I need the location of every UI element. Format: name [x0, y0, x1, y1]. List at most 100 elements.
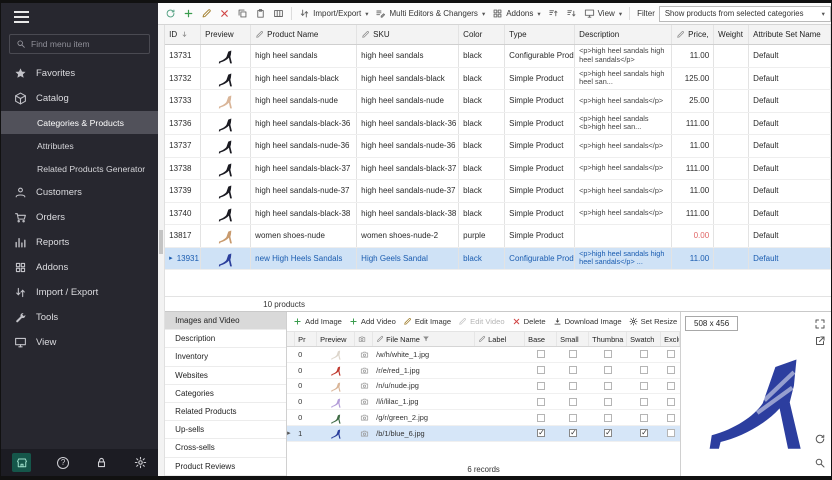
tab-up-sells[interactable]: Up-sells [165, 421, 286, 439]
sidebar-item-favorites[interactable]: Favorites [1, 61, 158, 86]
small-checkbox[interactable] [569, 429, 577, 437]
sidebar-search-input[interactable] [31, 39, 143, 49]
images-column-header-file-name[interactable]: File Name [373, 332, 475, 346]
edit-image-button[interactable]: Edit Image [403, 317, 451, 326]
small-checkbox[interactable] [569, 382, 577, 390]
sidebar-item-customers[interactable]: Customers [1, 180, 158, 205]
images-column-header-thumbna[interactable]: Thumbna [589, 332, 627, 346]
exclude-checkbox[interactable] [667, 350, 675, 358]
sidebar-item-tools[interactable]: Tools [1, 305, 158, 330]
images-column-header-base[interactable]: Base [525, 332, 557, 346]
help-button[interactable]: ? [57, 457, 69, 469]
sidebar-item-catalog[interactable]: Catalog [1, 86, 158, 111]
column-header-description[interactable]: Description [575, 25, 672, 44]
images-column-header-small[interactable]: Small [557, 332, 589, 346]
table-row[interactable]: 13733high heel sandals-nudehigh heel san… [165, 90, 831, 113]
download-image-button[interactable]: Download Image [553, 317, 622, 326]
swatch-checkbox[interactable] [640, 382, 648, 390]
sidebar-item-orders[interactable]: Orders [1, 205, 158, 230]
tab-product-reviews[interactable]: Product Reviews [165, 458, 286, 476]
image-row[interactable]: 0/l/i/lilac_1.jpg [287, 394, 680, 410]
add-video-button[interactable]: Add Video [349, 317, 396, 326]
sidebar-item-related-products-generator[interactable]: Related Products Generator [1, 157, 158, 180]
sidebar-item-categories-products[interactable]: Categories & Products [1, 111, 158, 134]
paste-button[interactable] [252, 6, 269, 21]
columns-button[interactable] [270, 6, 287, 21]
settings-button[interactable] [134, 456, 147, 469]
delete-product-button[interactable] [216, 6, 233, 21]
table-row[interactable]: 13737high heel sandals-nude-36high heel … [165, 135, 831, 158]
column-header-product-name[interactable]: Product Name [251, 25, 357, 44]
swatch-checkbox[interactable] [640, 366, 648, 374]
column-header-preview[interactable]: Preview [201, 25, 251, 44]
base-checkbox[interactable] [537, 350, 545, 358]
image-row[interactable]: 0/r/e/red_1.jpg [287, 363, 680, 379]
exclude-checkbox[interactable] [667, 414, 675, 422]
tab-description[interactable]: Description [165, 330, 286, 348]
tab-images-and-video[interactable]: Images and Video [165, 312, 286, 330]
sort-descending-button[interactable] [563, 6, 580, 21]
sidebar-item-reports[interactable]: Reports [1, 230, 158, 255]
base-checkbox[interactable] [537, 398, 545, 406]
table-row[interactable]: 13738high heel sandals-black-37high heel… [165, 158, 831, 181]
image-row[interactable]: 0/n/u/nude.jpg [287, 379, 680, 395]
exclude-checkbox[interactable] [667, 366, 675, 374]
fullscreen-button[interactable] [814, 317, 826, 329]
open-external-button[interactable] [814, 334, 826, 346]
sidebar-item-addons[interactable]: Addons [1, 255, 158, 280]
base-checkbox[interactable] [537, 382, 545, 390]
image-row[interactable]: 0/w/h/white_1.jpg [287, 347, 680, 363]
column-header-sku[interactable]: SKU [357, 25, 459, 44]
category-filter-select[interactable]: Show products from selected categories▾ [659, 6, 831, 22]
set-resize-rule-button[interactable]: Set Resize Rule [629, 317, 680, 326]
swatch-checkbox[interactable] [640, 398, 648, 406]
column-header-price[interactable]: Price, [672, 25, 714, 44]
swatch-checkbox[interactable] [640, 429, 648, 437]
images-column-header-preview[interactable]: Preview [317, 332, 355, 346]
table-row[interactable]: 13736high heel sandals-black-36high heel… [165, 113, 831, 136]
add-product-button[interactable] [180, 6, 197, 21]
sidebar-item-view[interactable]: View [1, 330, 158, 355]
sidebar-item-import-export[interactable]: Import / Export [1, 280, 158, 305]
import-export-menu[interactable]: Import/Export▾ [296, 6, 371, 21]
images-column-header-exclude[interactable]: Exclude [661, 332, 680, 346]
table-row[interactable]: 13732high heel sandals-blackhigh heel sa… [165, 68, 831, 91]
tab-inventory[interactable]: Inventory [165, 348, 286, 366]
thumb-checkbox[interactable] [604, 414, 612, 422]
column-header-attribute-set-name[interactable]: Attribute Set Name [749, 25, 831, 44]
edit-product-button[interactable] [198, 6, 215, 21]
images-column-header-pr[interactable]: Pr [295, 332, 317, 346]
small-checkbox[interactable] [569, 414, 577, 422]
column-header-id[interactable]: ID [165, 25, 201, 44]
zoom-image-button[interactable] [814, 456, 826, 468]
addons-menu[interactable]: Addons▾ [489, 6, 543, 21]
tab-categories[interactable]: Categories [165, 385, 286, 403]
column-header-color[interactable]: Color [459, 25, 505, 44]
rotate-image-button[interactable] [814, 432, 826, 444]
tab-cross-sells[interactable]: Cross-sells [165, 439, 286, 457]
images-column-header-label[interactable]: Label [475, 332, 525, 346]
tab-related-products[interactable]: Related Products [165, 403, 286, 421]
thumb-checkbox[interactable] [604, 429, 612, 437]
add-image-button[interactable]: Add Image [293, 317, 342, 326]
sidebar-search[interactable] [9, 34, 150, 54]
exclude-checkbox[interactable] [667, 382, 675, 390]
base-checkbox[interactable] [537, 366, 545, 374]
swatch-checkbox[interactable] [640, 350, 648, 358]
small-checkbox[interactable] [569, 350, 577, 358]
grid-scrollbar[interactable] [158, 25, 165, 476]
table-row[interactable]: 13817women shoes-nudewomen shoes-nude-2p… [165, 225, 831, 248]
thumb-checkbox[interactable] [604, 398, 612, 406]
menu-toggle-button[interactable] [1, 3, 158, 31]
image-row[interactable]: ▸1/b/1/blue_6.jpg [287, 426, 680, 442]
swatch-checkbox[interactable] [640, 414, 648, 422]
store-manager-button[interactable] [12, 453, 31, 472]
thumb-checkbox[interactable] [604, 366, 612, 374]
refresh-button[interactable] [162, 6, 179, 21]
tab-websites[interactable]: Websites [165, 367, 286, 385]
base-checkbox[interactable] [537, 414, 545, 422]
sort-ascending-button[interactable] [545, 6, 562, 21]
exclude-checkbox[interactable] [667, 429, 675, 437]
view-menu[interactable]: View▾ [581, 6, 625, 21]
exclude-checkbox[interactable] [667, 398, 675, 406]
